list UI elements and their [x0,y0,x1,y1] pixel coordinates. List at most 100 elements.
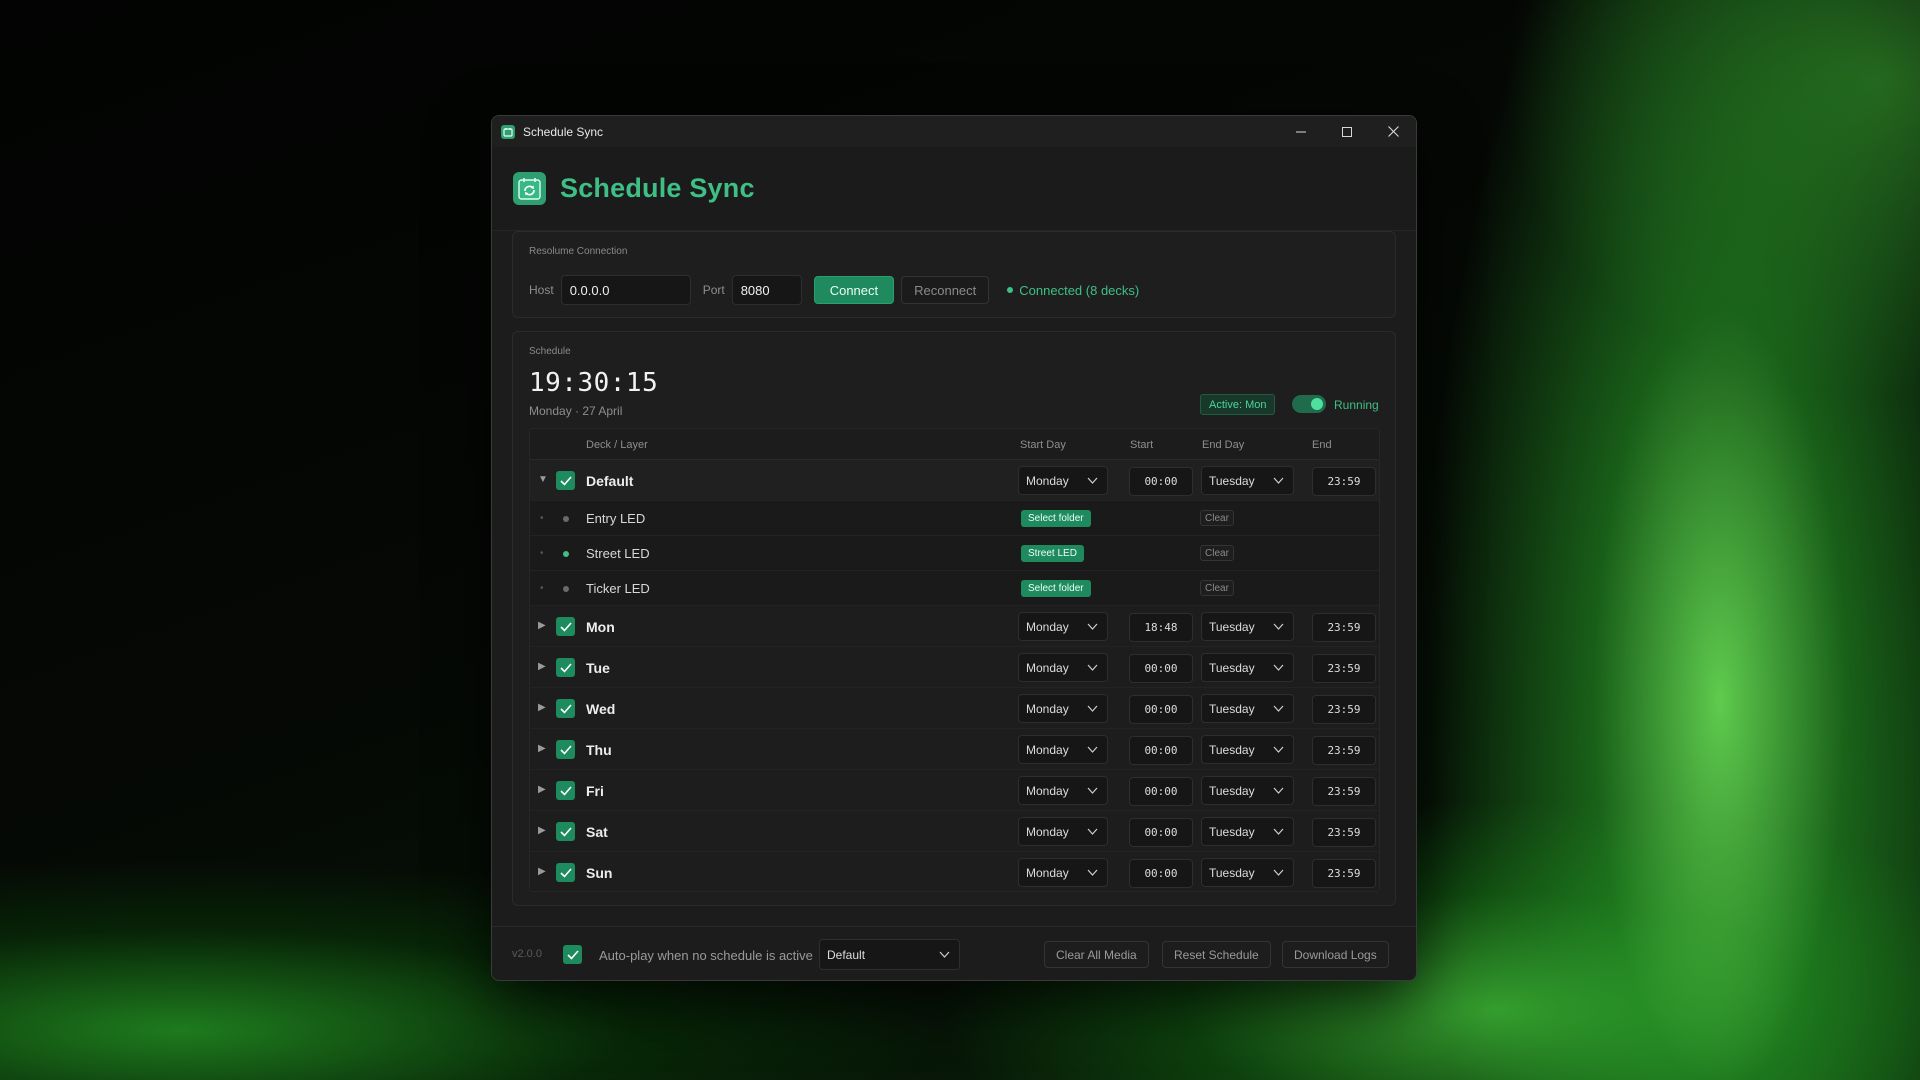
app-small-icon [501,124,515,139]
host-input[interactable]: 0.0.0.0 [560,275,691,305]
table-row[interactable]: ▶ Wed Monday 00:00 Tuesday 23:59 [530,688,1379,729]
end-day-select[interactable]: Tuesday [1201,817,1294,846]
row-checkbox[interactable] [556,658,575,677]
chevron-down-icon [1087,746,1098,753]
connect-button[interactable]: Connect [813,276,895,304]
folder-button[interactable]: Street LED [1021,545,1084,562]
start-day-select[interactable]: Monday [1018,694,1108,723]
end-day-select[interactable]: Tuesday [1201,694,1294,723]
end-time-input[interactable]: 23:59 [1312,467,1376,496]
start-day-select[interactable]: Monday [1018,653,1108,682]
start-day-select[interactable]: Monday [1018,817,1108,846]
end-day-select[interactable]: Tuesday [1201,653,1294,682]
deck-name: Default [586,473,634,489]
end-time-input[interactable]: 23:59 [1312,736,1376,765]
end-time-input[interactable]: 23:59 [1312,613,1376,642]
start-time-input[interactable]: 00:00 [1129,859,1193,888]
chevron-right-icon[interactable]: ▶ [538,661,546,672]
end-time-input[interactable]: 23:59 [1312,695,1376,724]
connection-status-text: Connected (8 decks) [1019,282,1140,298]
download-logs-button[interactable]: Download Logs [1282,941,1389,968]
select-folder-button[interactable]: Select folder [1021,510,1091,527]
check-icon [559,826,572,837]
table-row[interactable]: ▼ Default Monday 00:00 Tuesday 23:59 [530,460,1379,501]
table-row[interactable]: ▶ Tue Monday 00:00 Tuesday 23:59 [530,647,1379,688]
row-checkbox[interactable] [556,699,575,718]
current-date: Monday · 27 April [529,404,623,418]
autoplay-select[interactable]: Default [819,939,960,970]
chevron-down-icon [1273,787,1284,794]
end-time-input[interactable]: 23:59 [1312,777,1376,806]
table-row[interactable]: ▶ Sat Monday 00:00 Tuesday 23:59 [530,811,1379,852]
end-day-select[interactable]: Tuesday [1201,466,1294,495]
chevron-down-icon [1087,828,1098,835]
clear-button[interactable]: Clear [1200,545,1234,561]
chevron-down-icon[interactable]: ▼ [538,474,548,485]
end-time-input[interactable]: 23:59 [1312,818,1376,847]
start-day-select[interactable]: Monday [1018,858,1108,887]
chevron-right-icon[interactable]: ▶ [538,825,546,836]
bullet: • [540,583,544,594]
port-input[interactable]: 8080 [731,275,802,305]
chevron-right-icon[interactable]: ▶ [538,743,546,754]
start-time-input[interactable]: 00:00 [1129,695,1193,724]
row-checkbox[interactable] [556,617,575,636]
end-time-input[interactable]: 23:59 [1312,859,1376,888]
reset-schedule-button[interactable]: Reset Schedule [1162,941,1271,968]
chevron-down-icon [1087,664,1098,671]
end-day-select[interactable]: Tuesday [1201,612,1294,641]
chevron-down-icon [1273,746,1284,753]
start-time-input[interactable]: 00:00 [1129,818,1193,847]
autoplay-checkbox[interactable] [563,945,582,964]
close-button[interactable] [1370,116,1416,147]
table-row[interactable]: ▶ Sun Monday 00:00 Tuesday 23:59 [530,852,1379,891]
chevron-right-icon[interactable]: ▶ [538,784,546,795]
row-checkbox[interactable] [556,740,575,759]
row-checkbox[interactable] [556,863,575,882]
port-label: Port [702,283,725,297]
current-time: 19:30:15 [529,368,659,398]
chevron-right-icon[interactable]: ▶ [538,866,546,877]
minimize-button[interactable] [1278,116,1324,147]
clear-button[interactable]: Clear [1200,510,1234,526]
start-day-select[interactable]: Monday [1018,612,1108,641]
start-day-select[interactable]: Monday [1018,466,1108,495]
row-checkbox[interactable] [556,471,575,490]
maximize-button[interactable] [1324,116,1370,147]
end-day-select[interactable]: Tuesday [1201,858,1294,887]
start-day-select[interactable]: Monday [1018,776,1108,805]
active-badge: Active: Mon [1200,394,1276,415]
autoplay-label: Auto-play when no schedule is active [599,948,813,963]
end-time-input[interactable]: 23:59 [1312,654,1376,683]
layer-row: • Street LED Street LED Clear [530,536,1379,571]
chevron-right-icon[interactable]: ▶ [538,620,546,631]
title-bar[interactable]: Schedule Sync [492,116,1416,147]
running-toggle[interactable] [1292,395,1326,413]
chevron-down-icon [939,951,950,958]
reconnect-button[interactable]: Reconnect [901,276,990,304]
chevron-down-icon [1087,623,1098,630]
row-checkbox[interactable] [556,822,575,841]
end-day-select[interactable]: Tuesday [1201,776,1294,805]
chevron-right-icon[interactable]: ▶ [538,702,546,713]
row-checkbox[interactable] [556,781,575,800]
clear-button[interactable]: Clear [1200,580,1234,596]
layer-status-dot [563,516,569,522]
start-time-input[interactable]: 00:00 [1129,736,1193,765]
clear-all-media-button[interactable]: Clear All Media [1044,941,1149,968]
end-day-select[interactable]: Tuesday [1201,735,1294,764]
start-time-input[interactable]: 00:00 [1129,654,1193,683]
table-row[interactable]: ▶ Fri Monday 00:00 Tuesday 23:59 [530,770,1379,811]
start-time-input[interactable]: 00:00 [1129,777,1193,806]
close-icon [1387,126,1399,137]
select-folder-button[interactable]: Select folder [1021,580,1091,597]
col-deck-layer: Deck / Layer [586,439,648,451]
host-label: Host [529,283,554,297]
start-time-input[interactable]: 18:48 [1129,613,1193,642]
status-dot [1007,287,1014,293]
table-row[interactable]: ▶ Thu Monday 00:00 Tuesday 23:59 [530,729,1379,770]
table-row[interactable]: ▶ Mon Monday 18:48 Tuesday 23:59 [530,606,1379,647]
start-day-select[interactable]: Monday [1018,735,1108,764]
check-icon [559,662,572,673]
start-time-input[interactable]: 00:00 [1129,467,1193,496]
